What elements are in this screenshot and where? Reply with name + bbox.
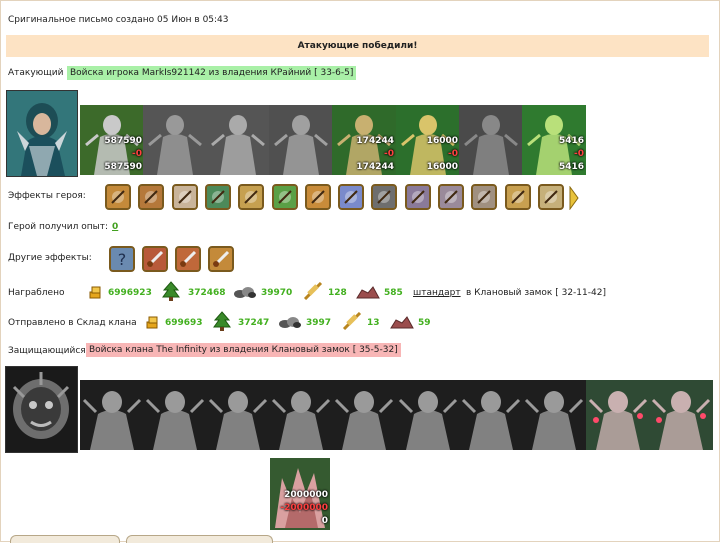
unit-bottom-count: 174244 <box>356 162 394 172</box>
attacker-unit-5[interactable]: 174244 -0 174244 <box>332 105 396 175</box>
ore-icon <box>278 315 302 329</box>
attacker-unit-4[interactable] <box>269 105 333 175</box>
garrison-top-count: 2000000 <box>284 490 328 500</box>
wood-icon <box>162 281 180 301</box>
loot-destination: в Клановый замок [ 32-11-42] <box>466 288 606 298</box>
spider-icon[interactable] <box>438 184 464 210</box>
unit-top-count: 174244 <box>356 136 394 146</box>
defender-d-unit-9[interactable] <box>586 380 650 450</box>
unit-loss-count: -0 <box>132 149 142 159</box>
defender-label: Защищающийся <box>8 346 86 356</box>
defender-d-unit-3[interactable] <box>206 380 270 450</box>
defender-d-unit-1[interactable] <box>80 380 144 450</box>
sent-stone: 59 <box>418 318 431 328</box>
loot-label: Награблено <box>8 288 65 298</box>
attacker-unit-6[interactable]: 16000 -0 16000 <box>396 105 460 175</box>
garrison-bottom-count: 0 <box>321 516 328 526</box>
crossbow-icon[interactable] <box>504 184 531 210</box>
loot-wood: 372468 <box>188 288 226 298</box>
sword-cross-icon[interactable] <box>175 246 201 272</box>
garrison-loss-count: -2000000 <box>280 503 328 513</box>
gold-icon <box>88 283 102 300</box>
sword-icon[interactable] <box>271 184 298 210</box>
sent-gold: 699693 <box>165 318 203 328</box>
shield-arm-icon[interactable] <box>238 184 265 210</box>
sent-wheat: 13 <box>367 318 380 328</box>
question-icon[interactable]: ? <box>109 246 135 272</box>
garrison-unit[interactable]: 2000000 -2000000 0 <box>270 458 330 530</box>
unit-loss-count: -0 <box>574 149 584 159</box>
unit-top-count: 5416 <box>558 136 584 146</box>
chest-icon[interactable] <box>138 184 165 210</box>
loot-ore: 39970 <box>261 288 293 298</box>
ore-icon <box>233 285 257 299</box>
stone-icon <box>390 315 414 329</box>
gift-icon[interactable] <box>171 184 198 210</box>
created-text: Сригинальное письмо создано 05 Июн в 05:… <box>8 15 229 25</box>
standard-link[interactable]: штандарт <box>413 288 461 298</box>
unit-top-count: 16000 <box>426 136 458 146</box>
wolf-icon[interactable] <box>371 184 398 210</box>
sent-wood: 37247 <box>238 318 270 328</box>
defender-d-unit-6[interactable] <box>396 380 460 450</box>
experience-label: Герой получил опыт: <box>8 222 108 232</box>
gold-icon <box>145 313 159 330</box>
svg-text:?: ? <box>118 250 127 269</box>
hero-effects-label: Эффекты героя: <box>8 191 86 201</box>
attacker-hero-portrait[interactable] <box>6 90 78 177</box>
star-icon[interactable] <box>404 184 431 210</box>
defender-d-unit-5[interactable] <box>332 380 396 450</box>
bird-icon[interactable] <box>471 184 498 210</box>
attacker-unit-2[interactable] <box>143 105 207 175</box>
shield-icon[interactable] <box>204 184 231 210</box>
unit-top-count: 587590 <box>104 136 142 146</box>
defender-army-text: Войска клана The Infinity из владения Кл… <box>86 343 401 357</box>
bow-icon[interactable] <box>304 184 331 210</box>
sword-up-icon[interactable] <box>142 246 168 272</box>
attacker-unit-1[interactable]: 587590 -0 587590 <box>80 105 144 175</box>
loot-gold: 6996923 <box>108 288 152 298</box>
wheat-icon <box>342 311 362 331</box>
stone-icon <box>356 285 380 299</box>
attacker-unit-3[interactable] <box>206 105 270 175</box>
attacker-label: Атакующий <box>8 68 64 78</box>
unit-bottom-count: 587590 <box>104 162 142 172</box>
defender-d-unit-8[interactable] <box>522 380 586 450</box>
defender-d-unit-7[interactable] <box>459 380 523 450</box>
loot-stone: 585 <box>384 288 403 298</box>
defender-hero-portrait[interactable] <box>5 366 78 453</box>
hand-icon[interactable] <box>338 184 365 210</box>
attacker-unit-7[interactable] <box>459 105 523 175</box>
wood-icon <box>213 311 231 331</box>
result-banner: Атакующие победили! <box>6 35 709 57</box>
attacker-army-text: Войска игрока MarkIs921142 из владения К… <box>67 66 357 80</box>
helmet-icon[interactable] <box>105 184 131 210</box>
sent-ore: 3997 <box>306 318 332 328</box>
trophy-icon[interactable] <box>208 246 234 272</box>
scroll-right-arrow[interactable] <box>569 185 579 211</box>
defender-d-unit-10[interactable] <box>649 380 713 450</box>
attacker-unit-8[interactable]: 5416 -0 5416 <box>522 105 586 175</box>
experience-value[interactable]: 0 <box>112 222 118 232</box>
unit-bottom-count: 5416 <box>558 162 584 172</box>
wheat-icon <box>303 281 323 301</box>
report-frame <box>0 0 720 542</box>
sent-label: Отправлено в Склад клана <box>8 318 137 328</box>
defender-d-unit-2[interactable] <box>143 380 207 450</box>
unit-bottom-count: 16000 <box>426 162 458 172</box>
loot-wheat: 128 <box>328 288 347 298</box>
unit-loss-count: -0 <box>384 149 394 159</box>
defender-d-unit-4[interactable] <box>269 380 333 450</box>
knight-shield-icon[interactable] <box>537 184 564 210</box>
unit-loss-count: -0 <box>448 149 458 159</box>
other-effects-label: Другие эффекты: <box>8 253 92 263</box>
